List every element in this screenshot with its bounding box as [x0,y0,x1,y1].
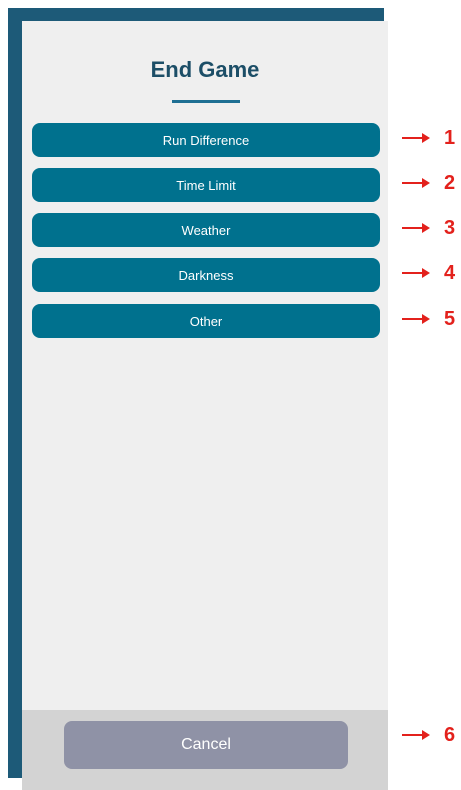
callout-1: 1 [400,125,460,151]
callout-number: 4 [444,262,456,284]
end-game-screen: End Game Run Difference Time Limit Weath… [22,21,388,790]
darkness-button[interactable]: Darkness [32,258,380,292]
callout-arrow-line [402,734,424,736]
dialog-footer: Cancel [22,710,388,790]
run-difference-button[interactable]: Run Difference [32,123,380,157]
callout-arrow-line [402,318,424,320]
callout-5: 5 [400,306,460,332]
callout-number: 5 [444,308,456,330]
page-title: End Game [150,57,260,82]
arrow-right-icon [422,178,430,188]
callout-number: 3 [444,217,456,239]
arrow-right-icon [422,268,430,278]
callout-4: 4 [400,260,460,286]
title-underline [172,100,240,103]
weather-button[interactable]: Weather [32,213,380,247]
callout-3: 3 [400,215,460,241]
other-button[interactable]: Other [32,304,380,338]
callout-number: 2 [444,172,456,194]
callout-number: 6 [444,724,456,746]
arrow-right-icon [422,223,430,233]
callout-arrow-line [402,227,424,229]
arrow-right-icon [422,314,430,324]
arrow-right-icon [422,730,430,740]
callout-6: 6 [400,722,460,748]
device-frame: End Game Run Difference Time Limit Weath… [8,8,388,790]
callout-2: 2 [400,170,460,196]
callout-arrow-line [402,182,424,184]
callout-arrow-line [402,137,424,139]
cancel-button[interactable]: Cancel [64,721,348,769]
time-limit-button[interactable]: Time Limit [32,168,380,202]
callout-number: 1 [444,127,456,149]
callout-arrow-line [402,272,424,274]
arrow-right-icon [422,133,430,143]
